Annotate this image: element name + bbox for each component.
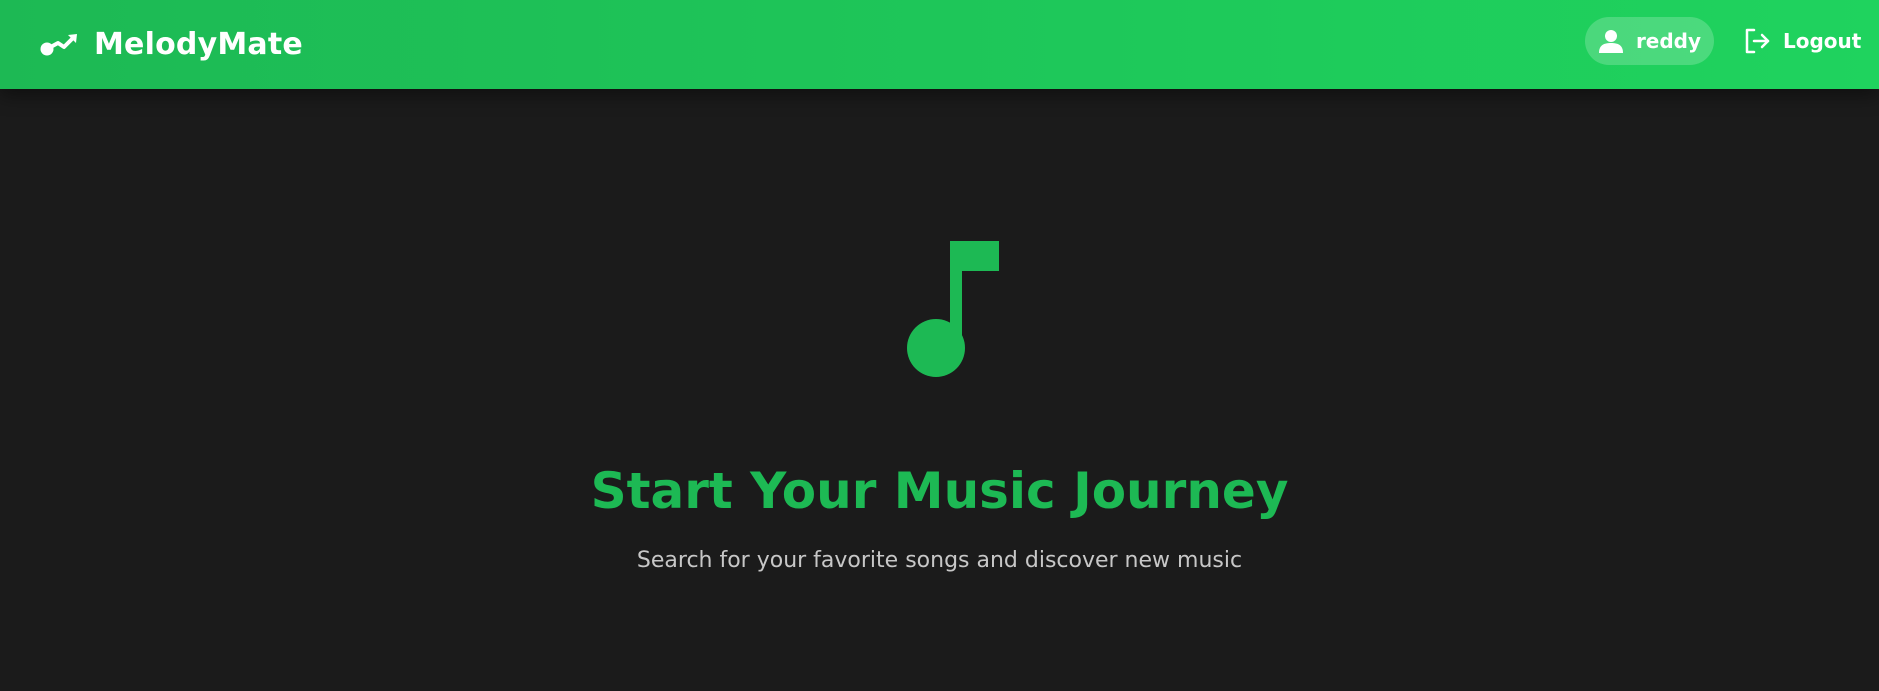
username-label: reddy xyxy=(1635,29,1702,53)
hero-title: Start Your Music Journey xyxy=(590,462,1289,520)
hero-section: Start Your Music Journey Search for your… xyxy=(0,89,1879,691)
user-profile-button[interactable]: reddy xyxy=(1585,17,1714,65)
hero-subtitle: Search for your favorite songs and disco… xyxy=(636,548,1243,573)
user-icon xyxy=(1598,30,1623,53)
logout-label: Logout xyxy=(1783,29,1862,53)
brand-logo-link[interactable]: MelodyMate xyxy=(40,0,303,89)
logout-button[interactable]: Logout xyxy=(1743,24,1861,58)
navbar: MelodyMate reddy Logout xyxy=(0,0,1879,89)
logout-icon xyxy=(1745,28,1770,54)
music-note-icon xyxy=(907,241,999,377)
chart-line-icon xyxy=(40,33,77,55)
brand-name: MelodyMate xyxy=(94,27,303,62)
